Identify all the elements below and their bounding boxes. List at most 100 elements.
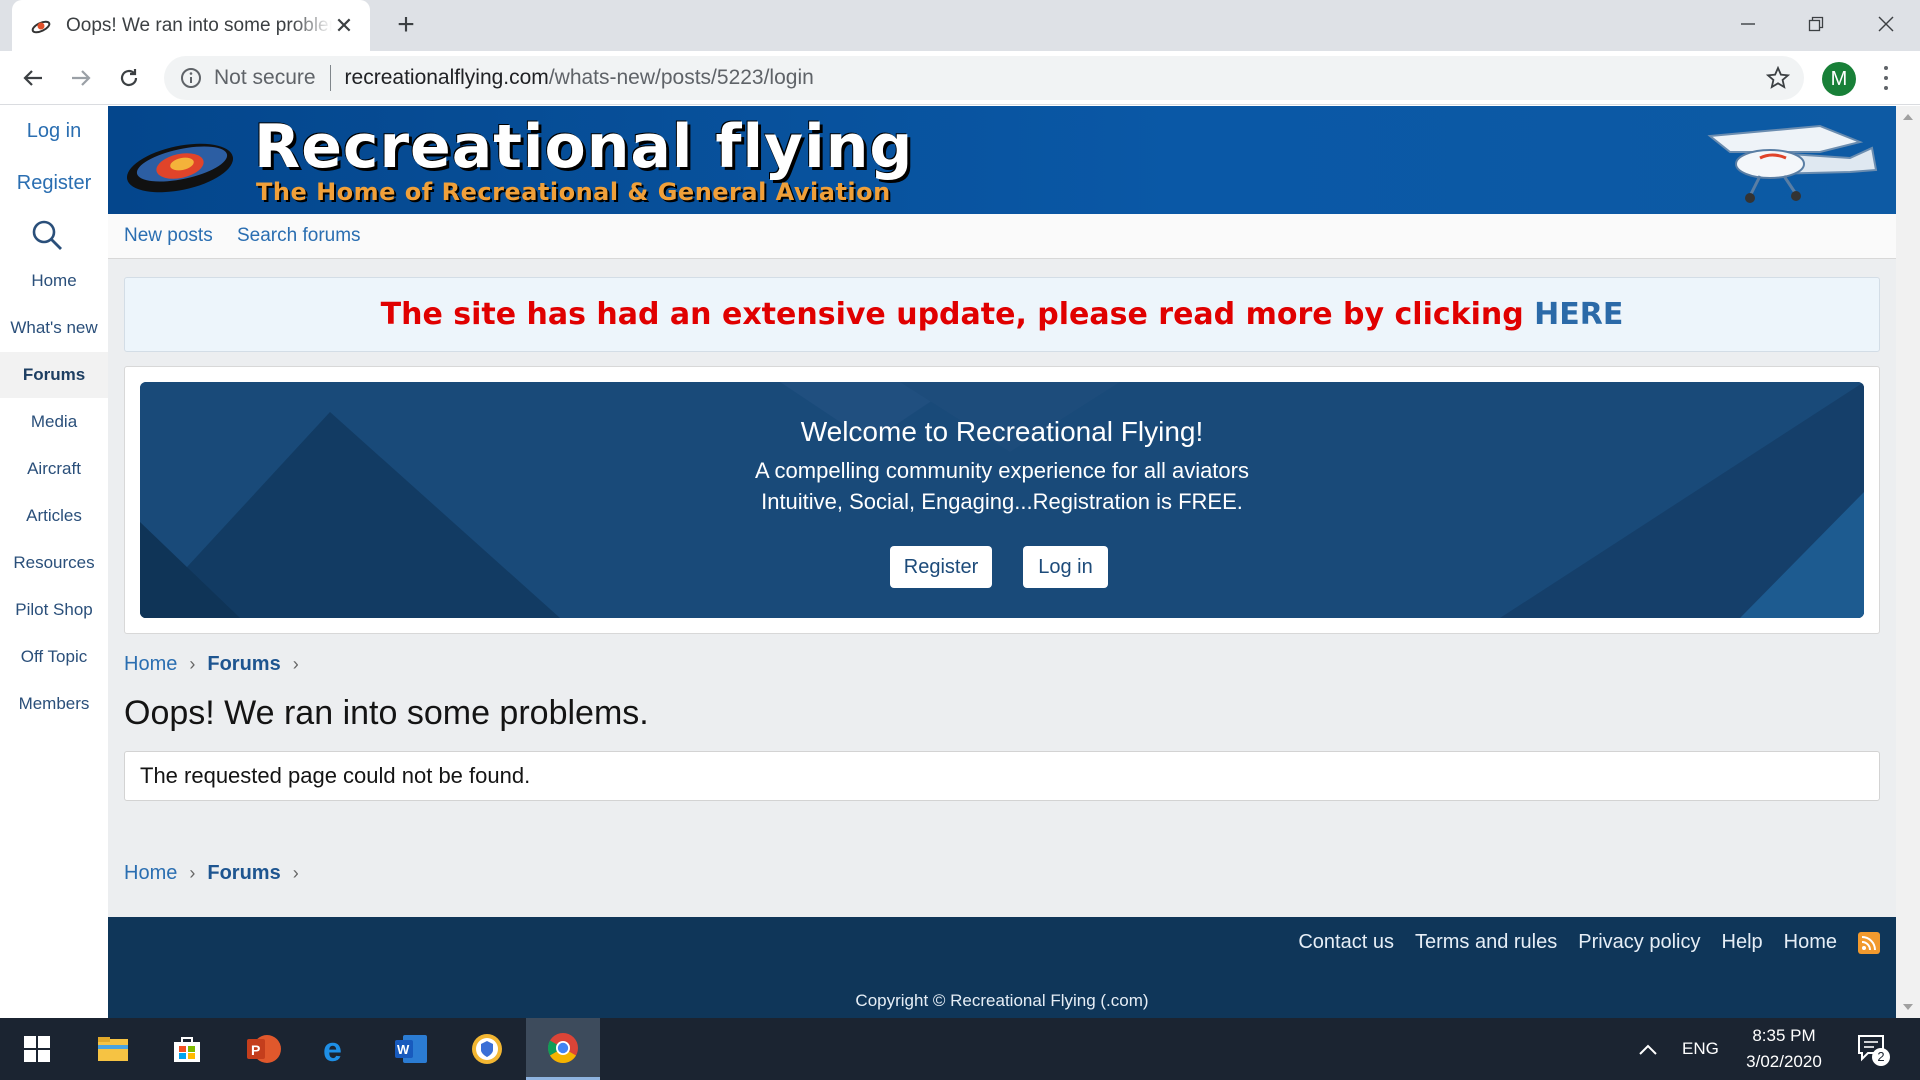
chrome-taskbar-button[interactable] xyxy=(526,1018,600,1080)
welcome-title: Welcome to Recreational Flying! xyxy=(800,416,1204,447)
site-notice: The site has had an extensive update, pl… xyxy=(124,277,1880,352)
store-bag-icon xyxy=(174,1037,200,1062)
chrome-icon xyxy=(547,1032,578,1063)
sidebar-item-home[interactable]: Home xyxy=(0,271,108,291)
logo-swoosh-icon[interactable] xyxy=(122,130,240,200)
back-button[interactable] xyxy=(16,61,50,95)
clock-date[interactable]: 3/02/2020 xyxy=(1741,1052,1827,1072)
url-path: /whats-new/posts/5223/login xyxy=(548,66,814,89)
breadcrumb-bottom: Home › Forums › xyxy=(124,862,311,885)
aircraft-logo-image xyxy=(1707,124,1878,203)
edge-taskbar-button[interactable]: e xyxy=(300,1018,374,1080)
footer-contact-link[interactable]: Contact us xyxy=(1298,931,1394,954)
sub-navigation: New posts Search forums xyxy=(108,214,1896,259)
forward-arrow-icon xyxy=(72,70,91,86)
browser-tabstrip: Oops! We ran into some problems. ✕ + xyxy=(0,0,1920,51)
footer-help-link[interactable]: Help xyxy=(1722,931,1763,954)
notice-here-link[interactable]: HERE xyxy=(1534,297,1623,332)
sidebar-item-aircraft[interactable]: Aircraft xyxy=(0,459,108,479)
tab-title: Oops! We ran into some problems. xyxy=(66,14,332,36)
svg-text:W: W xyxy=(397,1042,410,1057)
info-icon[interactable] xyxy=(180,67,202,89)
input-language[interactable]: ENG xyxy=(1682,1039,1719,1059)
footer-home-link[interactable]: Home xyxy=(1784,931,1837,954)
page-title: Oops! We ran into some problems. xyxy=(124,694,649,732)
vertical-scrollbar[interactable] xyxy=(1896,106,1920,1018)
browser-toolbar: Not secure recreationalflying.com/whats-… xyxy=(0,51,1920,105)
welcome-line-1: A compelling community experience for al… xyxy=(754,458,1249,483)
browser-menu-icon[interactable] xyxy=(1876,63,1896,93)
tab-close-icon[interactable]: ✕ xyxy=(332,13,356,38)
minimize-button[interactable] xyxy=(1728,6,1768,42)
action-center-button[interactable]: 2 xyxy=(1856,1032,1890,1066)
minimize-icon xyxy=(1741,23,1755,25)
reload-button[interactable] xyxy=(112,61,146,95)
edge-icon: e xyxy=(323,1033,342,1065)
word-taskbar-button[interactable]: W xyxy=(374,1018,448,1080)
reload-icon xyxy=(120,69,138,87)
svg-text:e: e xyxy=(323,1033,342,1065)
site-logo-subtitle: The Home of Recreational & General Aviat… xyxy=(256,178,891,206)
footer-links: Contact us Terms and rules Privacy polic… xyxy=(1277,931,1880,954)
bookmark-star-icon[interactable] xyxy=(1766,66,1790,90)
footer-terms-link[interactable]: Terms and rules xyxy=(1415,931,1557,954)
sidebar-register-link[interactable]: Register xyxy=(0,172,108,195)
sidebar-item-media[interactable]: Media xyxy=(0,412,108,432)
restore-icon xyxy=(1808,16,1824,32)
sidebar-item-whats-new[interactable]: What's new xyxy=(0,318,108,338)
search-forums-link[interactable]: Search forums xyxy=(237,225,361,247)
sidebar-item-forums[interactable]: Forums xyxy=(0,352,108,398)
chevron-right-icon: › xyxy=(189,654,196,674)
rss-icon[interactable] xyxy=(1858,931,1880,954)
new-posts-link[interactable]: New posts xyxy=(124,225,213,247)
chevron-right-icon: › xyxy=(189,863,196,883)
sidebar-item-members[interactable]: Members xyxy=(0,694,108,714)
search-icon[interactable] xyxy=(30,218,64,252)
windows-taskbar: P e W ENG 8:35 PM 3/02/2020 2 xyxy=(0,1018,1920,1080)
copyright-text: Copyright © Recreational Flying (.com) xyxy=(855,991,1149,1010)
not-secure-label: Not secure xyxy=(214,66,316,89)
welcome-block: Welcome to Recreational Flying! A compel… xyxy=(124,366,1880,634)
word-icon: W xyxy=(395,1035,427,1063)
footer-privacy-link[interactable]: Privacy policy xyxy=(1578,931,1700,954)
site-footer: Contact us Terms and rules Privacy polic… xyxy=(108,917,1896,1018)
close-window-button[interactable] xyxy=(1866,6,1906,42)
chevron-right-icon: › xyxy=(292,863,299,883)
sidebar-item-resources[interactable]: Resources xyxy=(0,553,108,573)
powerpoint-taskbar-button[interactable]: P xyxy=(226,1018,300,1080)
sidebar-item-off-topic[interactable]: Off Topic xyxy=(0,647,108,667)
sidebar-item-pilot-shop[interactable]: Pilot Shop xyxy=(0,600,108,620)
breadcrumb-forums[interactable]: Forums xyxy=(207,653,280,676)
breadcrumb-home[interactable]: Home xyxy=(124,862,177,885)
welcome-register-button[interactable]: Register xyxy=(890,546,992,588)
back-arrow-icon xyxy=(23,70,42,86)
offcanvas-sidebar: Log in Register Home What's new Forums M… xyxy=(0,106,108,1018)
profile-avatar[interactable]: M xyxy=(1822,62,1856,96)
site-logo-title[interactable]: Recreational flying xyxy=(254,112,913,182)
error-message: The requested page could not be found. xyxy=(124,751,1880,801)
scroll-down-icon[interactable] xyxy=(1903,1004,1913,1010)
new-tab-button[interactable]: + xyxy=(390,10,422,42)
address-bar[interactable]: Not secure recreationalflying.com/whats-… xyxy=(164,56,1804,100)
file-explorer-taskbar-button[interactable] xyxy=(76,1018,150,1080)
browser-tab[interactable]: Oops! We ran into some problems. ✕ xyxy=(12,0,370,51)
welcome-panel: Welcome to Recreational Flying! A compel… xyxy=(140,382,1864,618)
start-button[interactable] xyxy=(0,1018,74,1080)
site-header-banner: Recreational flying The Home of Recreati… xyxy=(108,106,1896,214)
tray-expand-icon[interactable] xyxy=(1638,1042,1658,1056)
vpn-taskbar-button[interactable] xyxy=(450,1018,524,1080)
breadcrumb-forums[interactable]: Forums xyxy=(207,862,280,885)
folder-icon xyxy=(98,1037,128,1061)
welcome-line-2: Intuitive, Social, Engaging...Registrati… xyxy=(761,489,1243,514)
omnibox-divider xyxy=(329,65,331,91)
breadcrumb: Home › Forums › xyxy=(124,653,311,676)
sidebar-item-articles[interactable]: Articles xyxy=(0,506,108,526)
breadcrumb-home[interactable]: Home xyxy=(124,653,177,676)
forward-button[interactable] xyxy=(64,61,98,95)
scroll-up-icon[interactable] xyxy=(1903,114,1913,120)
restore-button[interactable] xyxy=(1796,6,1836,42)
welcome-login-button[interactable]: Log in xyxy=(1023,546,1108,588)
sidebar-login-link[interactable]: Log in xyxy=(0,120,108,143)
store-taskbar-button[interactable] xyxy=(150,1018,224,1080)
clock-time[interactable]: 8:35 PM xyxy=(1751,1026,1817,1046)
